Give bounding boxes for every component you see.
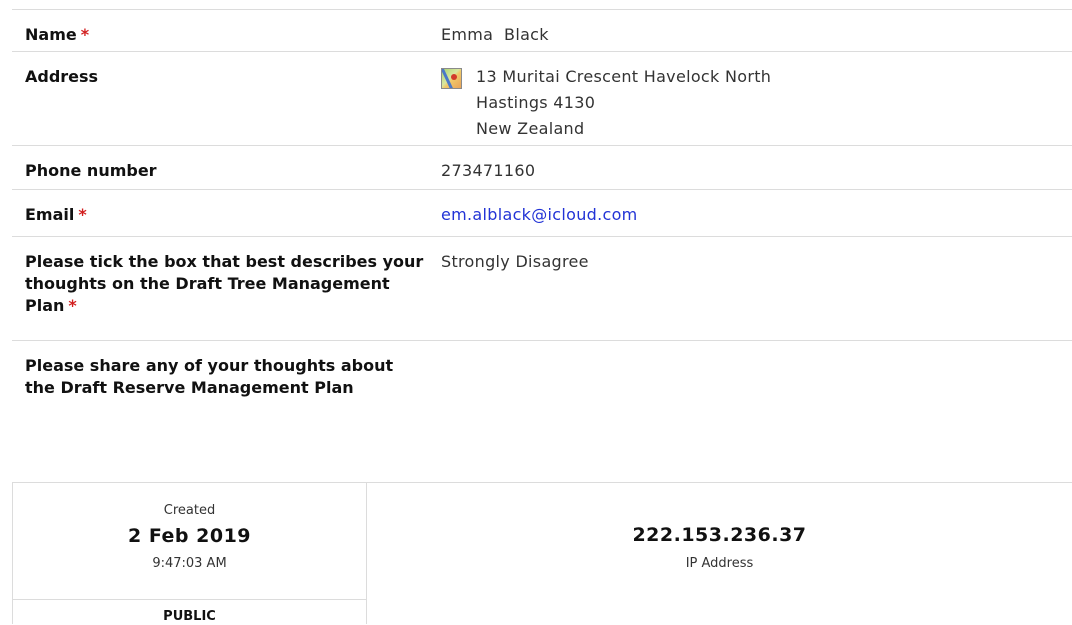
tree-plan-label: Please tick the box that best describes … — [25, 252, 424, 315]
submission-details: Name * Emma Black Address 13 Muritai Cres… — [12, 9, 1072, 444]
required-marker: * — [68, 296, 77, 315]
field-row-address: Address 13 Muritai Crescent Havelock Nor… — [12, 52, 1072, 146]
required-marker: * — [78, 205, 87, 224]
field-row-email: Email * em.alblack@icloud.com — [12, 190, 1072, 237]
field-label-phone: Phone number — [12, 146, 427, 189]
email-link[interactable]: em.alblack@icloud.com — [441, 205, 638, 224]
reserve-plan-value — [427, 341, 441, 444]
ip-address-label: IP Address — [685, 556, 754, 571]
address-value: 13 Muritai Crescent Havelock North Hasti… — [427, 52, 771, 145]
field-label-address: Address — [12, 52, 427, 145]
tree-plan-value: Strongly Disagree — [441, 252, 589, 271]
field-label-tree-plan: Please tick the box that best describes … — [12, 237, 427, 340]
field-row-tree-plan: Please tick the box that best describes … — [12, 237, 1072, 341]
ip-address-value: 222.153.236.37 — [632, 524, 807, 546]
address-lines: 13 Muritai Crescent Havelock North Hasti… — [476, 66, 771, 145]
created-time: 9:47:03 AM — [152, 556, 227, 571]
required-marker: * — [80, 25, 90, 44]
created-panel: Created 2 Feb 2019 9:47:03 AM PUBLIC — [12, 483, 367, 624]
field-label-reserve-plan: Please share any of your thoughts about … — [12, 341, 427, 444]
address-line: New Zealand — [476, 119, 585, 138]
email-label: Email — [25, 205, 75, 224]
field-label-name: Name * — [12, 10, 427, 51]
field-row-reserve-plan: Please share any of your thoughts about … — [12, 341, 1072, 444]
name-label: Name — [25, 25, 77, 44]
reserve-plan-label: Please share any of your thoughts about … — [25, 356, 394, 397]
visibility-badge: PUBLIC — [163, 609, 216, 624]
map-icon[interactable] — [441, 68, 462, 89]
name-value: Emma Black — [441, 25, 549, 44]
field-label-email: Email * — [12, 190, 427, 236]
email-value: em.alblack@icloud.com — [427, 190, 638, 236]
submission-meta: Created 2 Feb 2019 9:47:03 AM PUBLIC 222… — [12, 482, 1072, 624]
field-row-name: Name * Emma Black — [12, 10, 1072, 52]
visibility-panel: PUBLIC — [13, 599, 366, 625]
created-label: Created — [163, 503, 216, 518]
address-line: Hastings 4130 — [476, 93, 596, 112]
phone-value: 273471160 — [441, 161, 536, 180]
address-label: Address — [25, 67, 99, 86]
field-row-phone: Phone number 273471160 — [12, 146, 1072, 190]
created-date: 2 Feb 2019 — [127, 525, 252, 547]
address-line: 13 Muritai Crescent Havelock North — [476, 67, 772, 86]
ip-panel: 222.153.236.37 IP Address — [367, 483, 1072, 624]
phone-label: Phone number — [25, 161, 157, 180]
